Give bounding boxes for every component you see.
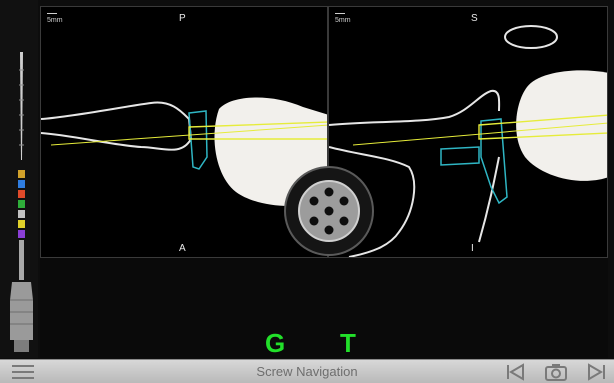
skip-forward-icon: [588, 363, 605, 381]
tool-panel: [0, 0, 38, 358]
drill-icon: [10, 52, 33, 352]
previous-button[interactable]: [503, 362, 529, 382]
camera-icon: [545, 364, 567, 381]
skip-back-icon: [507, 363, 524, 381]
screw-head-indicator: [284, 166, 374, 256]
navigation-app: 5mm P A 5mm S I G T Screw Navigation: [0, 0, 614, 383]
bottom-toolbar: Screw Navigation: [0, 359, 614, 383]
guidance-area: [40, 258, 608, 358]
capture-button[interactable]: [543, 362, 569, 382]
screw-head-icon: [298, 180, 360, 242]
guidance-g-indicator: G: [265, 328, 286, 358]
guidance-t-indicator: T: [340, 328, 356, 358]
next-button[interactable]: [583, 362, 609, 382]
